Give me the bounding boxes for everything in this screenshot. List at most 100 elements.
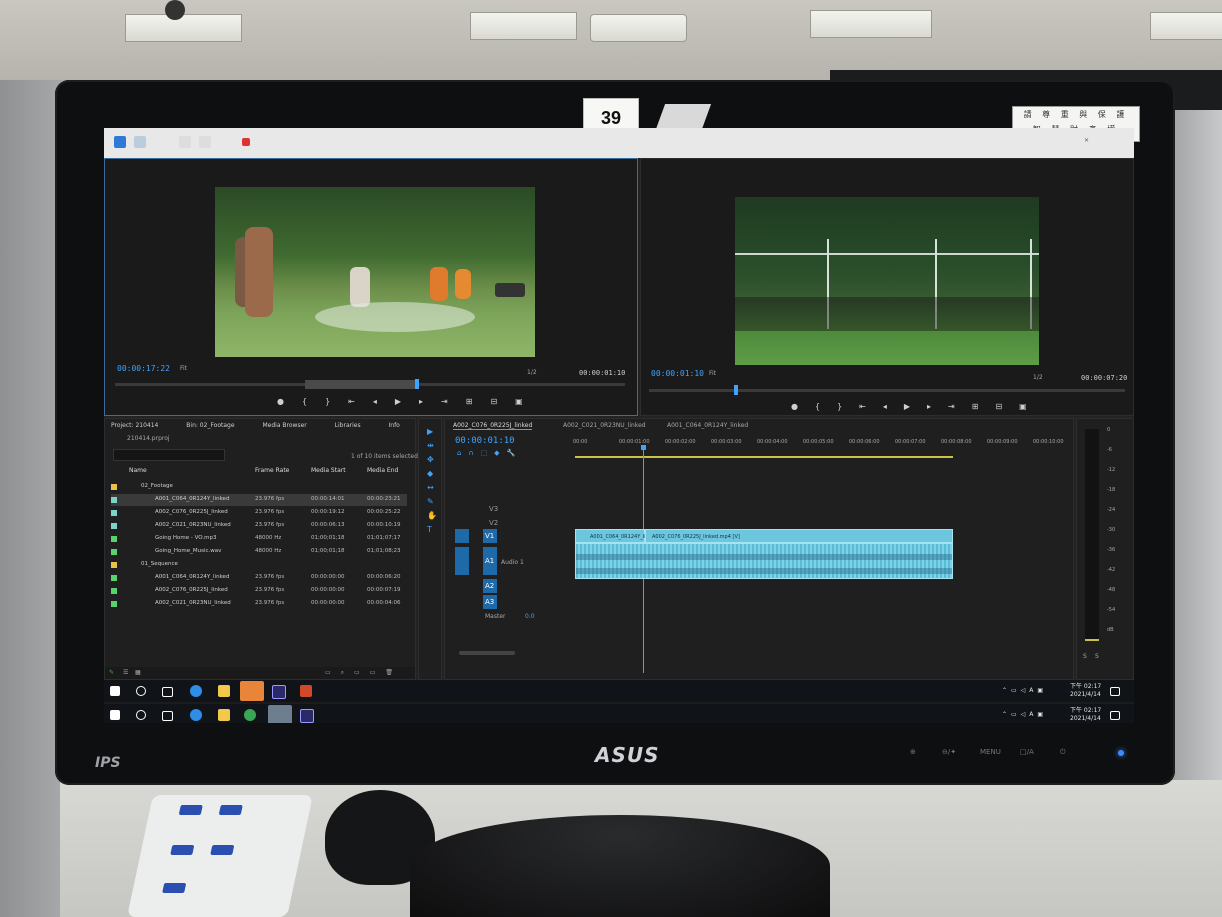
program-scale-dropdown[interactable]: 1/2 <box>1033 374 1043 381</box>
label-color-swatch[interactable] <box>111 536 117 542</box>
file-explorer-icon[interactable] <box>218 685 230 697</box>
program-scrubber[interactable] <box>649 385 1125 395</box>
taskbar-time[interactable]: 下午 02:17 <box>1070 683 1101 691</box>
label-color-swatch[interactable] <box>111 588 117 594</box>
taskbar-date[interactable]: 2021/4/14 <box>1070 715 1101 723</box>
task-view-icon[interactable] <box>162 687 173 697</box>
solo-left[interactable]: S <box>1083 653 1087 660</box>
source-timecode[interactable]: 00:00:17:22 <box>117 364 170 373</box>
video-clip[interactable]: A002_C076_0R225J_linked.mp4 [V] <box>645 529 953 543</box>
project-row[interactable]: A001_C064_0R124Y_linked 23.976 fps 00:00:0… <box>111 572 407 584</box>
source-patch-a1[interactable] <box>455 547 469 575</box>
audio-clip[interactable] <box>575 543 953 579</box>
record-icon[interactable] <box>242 138 250 146</box>
tool-icons[interactable]: ▶ ⇹ ✥ ◆ ↔ ✎ ✋ T <box>427 425 437 537</box>
label-color-swatch[interactable] <box>111 497 117 503</box>
label-color-swatch[interactable] <box>111 549 117 555</box>
source-patch-v1[interactable] <box>455 529 469 543</box>
work-area-bar[interactable] <box>575 456 953 458</box>
project-row[interactable]: A002_C021_0R23NU_linked 23.976 fps 00:00:0… <box>111 598 407 610</box>
source-scrubber[interactable] <box>115 379 625 389</box>
tab-info[interactable]: Info <box>389 422 400 429</box>
pencil-icon[interactable]: ✎ <box>109 669 114 676</box>
notification-icon[interactable] <box>1110 687 1120 696</box>
timeline-tool-icons[interactable]: ⌂∩⬚◆🔧 <box>457 449 522 457</box>
app-icon[interactable] <box>268 705 292 723</box>
tab-libraries[interactable]: Libraries <box>335 422 361 429</box>
timeline-timecode[interactable]: 00:00:01:10 <box>455 436 515 446</box>
tab-bin[interactable]: Bin: 02_Footage <box>186 422 234 429</box>
close-icon[interactable]: ✕ <box>1084 137 1089 144</box>
source-transport-controls[interactable]: ●{}⇤◂▶▸⇥⊞⊟▣ <box>277 397 541 406</box>
meter-tick: -30 <box>1107 527 1116 533</box>
project-tabs[interactable]: Project: 210414 Bin: 02_Footage Media Br… <box>111 422 426 429</box>
premiere-icon[interactable] <box>272 685 286 699</box>
taskbar-date[interactable]: 2021/4/14 <box>1070 691 1101 699</box>
project-search-input[interactable] <box>113 449 225 461</box>
program-transport-controls[interactable]: ●{}⇤◂▶▸⇥⊞⊟▣ <box>791 402 1044 411</box>
search-icon[interactable] <box>136 710 146 720</box>
label-color-swatch[interactable] <box>111 510 117 516</box>
bezel-button[interactable]: ⊖/✦ <box>942 748 956 756</box>
project-row[interactable]: 02_Footage <box>111 481 407 493</box>
playhead-handle[interactable] <box>641 445 646 450</box>
bin-tools-icon[interactable]: ▭⌕▭▭🗑 <box>325 669 403 677</box>
source-playhead[interactable] <box>415 379 419 389</box>
label-color-swatch[interactable] <box>111 562 117 568</box>
master-volume[interactable]: 0.0 <box>525 613 535 620</box>
pen-icon[interactable] <box>114 136 126 148</box>
column-name[interactable]: Name <box>129 467 147 474</box>
grid-icon[interactable] <box>134 136 146 148</box>
bezel-button[interactable]: ⏻ <box>1060 748 1066 757</box>
bezel-button[interactable]: MENU <box>980 748 1001 756</box>
timeline-tab[interactable]: A001_C064_0R124Y_linked <box>667 422 748 429</box>
timeline-zoom-scrollbar[interactable] <box>459 651 515 655</box>
project-row[interactable]: Going_Home_Music.wav 48000 Hz 01;00;01;18 0… <box>111 546 407 558</box>
system-tray-icons[interactable]: ⌃▭◁A▣ <box>1002 711 1047 719</box>
column-media-start[interactable]: Media Start <box>311 467 346 474</box>
edge-icon[interactable] <box>190 685 202 697</box>
project-row[interactable]: A002_C076_0R225J_linked 23.976 fps 00:00:0… <box>111 585 407 597</box>
file-explorer-icon[interactable] <box>218 709 230 721</box>
start-icon[interactable] <box>110 710 120 720</box>
start-icon[interactable] <box>110 686 120 696</box>
source-fit-dropdown[interactable]: Fit <box>180 365 187 372</box>
source-scale-dropdown[interactable]: 1/2 <box>527 369 537 376</box>
list-view-icon[interactable]: ☰ <box>123 669 128 676</box>
column-media-end[interactable]: Media End <box>367 467 398 474</box>
bezel-button[interactable]: ⊕ <box>910 748 916 756</box>
label-color-swatch[interactable] <box>111 601 117 607</box>
edge-icon[interactable] <box>190 709 202 721</box>
premiere-icon[interactable] <box>300 709 314 723</box>
project-row[interactable]: A002_C021_0R23NU_linked 23.976 fps 00:00:0… <box>111 520 407 532</box>
program-fit-dropdown[interactable]: Fit <box>709 370 716 377</box>
timeline-tab-active[interactable]: A002_C076_0R225J_linked <box>453 422 533 430</box>
project-row[interactable]: 01_Sequence <box>111 559 407 571</box>
tab-media-browser[interactable]: Media Browser <box>262 422 306 429</box>
bezel-button[interactable]: □/A <box>1020 748 1034 756</box>
project-row[interactable]: Going Home - VO.mp3 48000 Hz 01;00;01;18 01… <box>111 533 407 545</box>
search-icon[interactable] <box>136 686 146 696</box>
redo-icon[interactable] <box>199 136 211 148</box>
tab-project[interactable]: Project: 210414 <box>111 422 158 429</box>
taskbar-time[interactable]: 下午 02:17 <box>1070 707 1101 715</box>
chrome-icon[interactable] <box>244 709 256 721</box>
program-playhead[interactable] <box>734 385 738 395</box>
label-color-swatch[interactable] <box>111 484 117 490</box>
chrome-icon[interactable] <box>240 681 264 701</box>
column-frame-rate[interactable]: Frame Rate <box>255 467 289 474</box>
video-clip[interactable]: A001_C064_0R124Y_lin <box>575 529 649 543</box>
powerpoint-icon[interactable] <box>300 685 312 697</box>
project-row[interactable]: A001_C064_0R124Y_linked 23.976 fps 00:00:1… <box>111 494 407 506</box>
undo-icon[interactable] <box>179 136 191 148</box>
label-color-swatch[interactable] <box>111 575 117 581</box>
system-tray-icons[interactable]: ⌃▭◁A▣ <box>1002 687 1047 695</box>
timeline-tab[interactable]: A002_C021_0R23NU_linked <box>563 422 646 429</box>
program-timecode[interactable]: 00:00:01:10 <box>651 369 704 378</box>
icon-view-icon[interactable]: ▦ <box>135 669 141 676</box>
solo-right[interactable]: S <box>1095 653 1099 660</box>
label-color-swatch[interactable] <box>111 523 117 529</box>
project-row[interactable]: A002_C076_0R225J_linked 23.976 fps 00:00:1… <box>111 507 407 519</box>
task-view-icon[interactable] <box>162 711 173 721</box>
notification-icon[interactable] <box>1110 711 1120 720</box>
